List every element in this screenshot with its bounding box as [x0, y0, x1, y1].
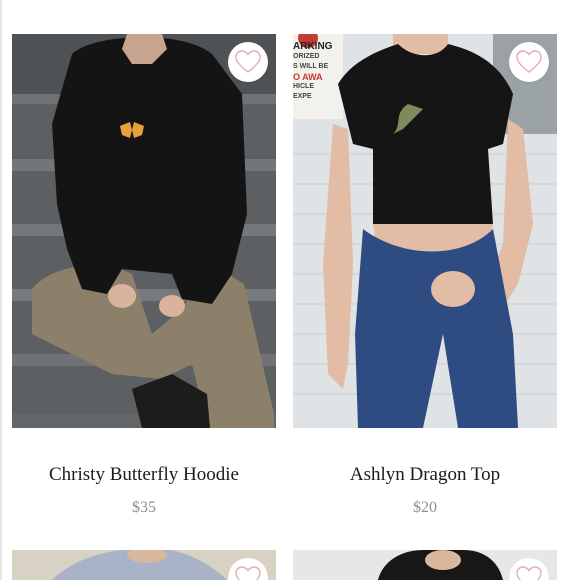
product-name[interactable]: Christy Butterfly Hoodie	[12, 464, 276, 486]
sign-line: EXPE	[293, 93, 312, 100]
product-card-christy[interactable]: Christy Butterfly Hoodie $35	[12, 34, 276, 524]
sign-line: HICLE	[293, 83, 314, 90]
heart-outline-icon	[235, 50, 261, 73]
page-left-border	[0, 0, 2, 580]
heart-outline-icon	[235, 566, 261, 580]
product-card-ashlyn[interactable]: ARKING ORIZED S WILL BE O AWA HICLE EXPE…	[293, 34, 557, 524]
sign-line: ORIZED	[293, 53, 320, 60]
heart-outline-icon	[516, 50, 542, 73]
product-price: $20	[413, 499, 437, 516]
product-image-hoodie[interactable]	[12, 34, 276, 428]
product-name[interactable]: Ashlyn Dragon Top	[293, 464, 557, 486]
favorite-button[interactable]	[509, 42, 549, 82]
sign-text: ARKING ORIZED S WILL BE O AWA HICLE EXPE	[293, 42, 343, 102]
heart-outline-icon	[516, 566, 542, 580]
sign-line: S WILL BE	[293, 63, 329, 70]
product-price: $35	[132, 499, 156, 516]
product-card-partial[interactable]	[293, 550, 557, 580]
sign-line: ARKING	[293, 41, 333, 52]
sign-line: O AWA	[293, 72, 323, 82]
favorite-button[interactable]	[228, 42, 268, 82]
product-card-partial[interactable]	[12, 550, 276, 580]
